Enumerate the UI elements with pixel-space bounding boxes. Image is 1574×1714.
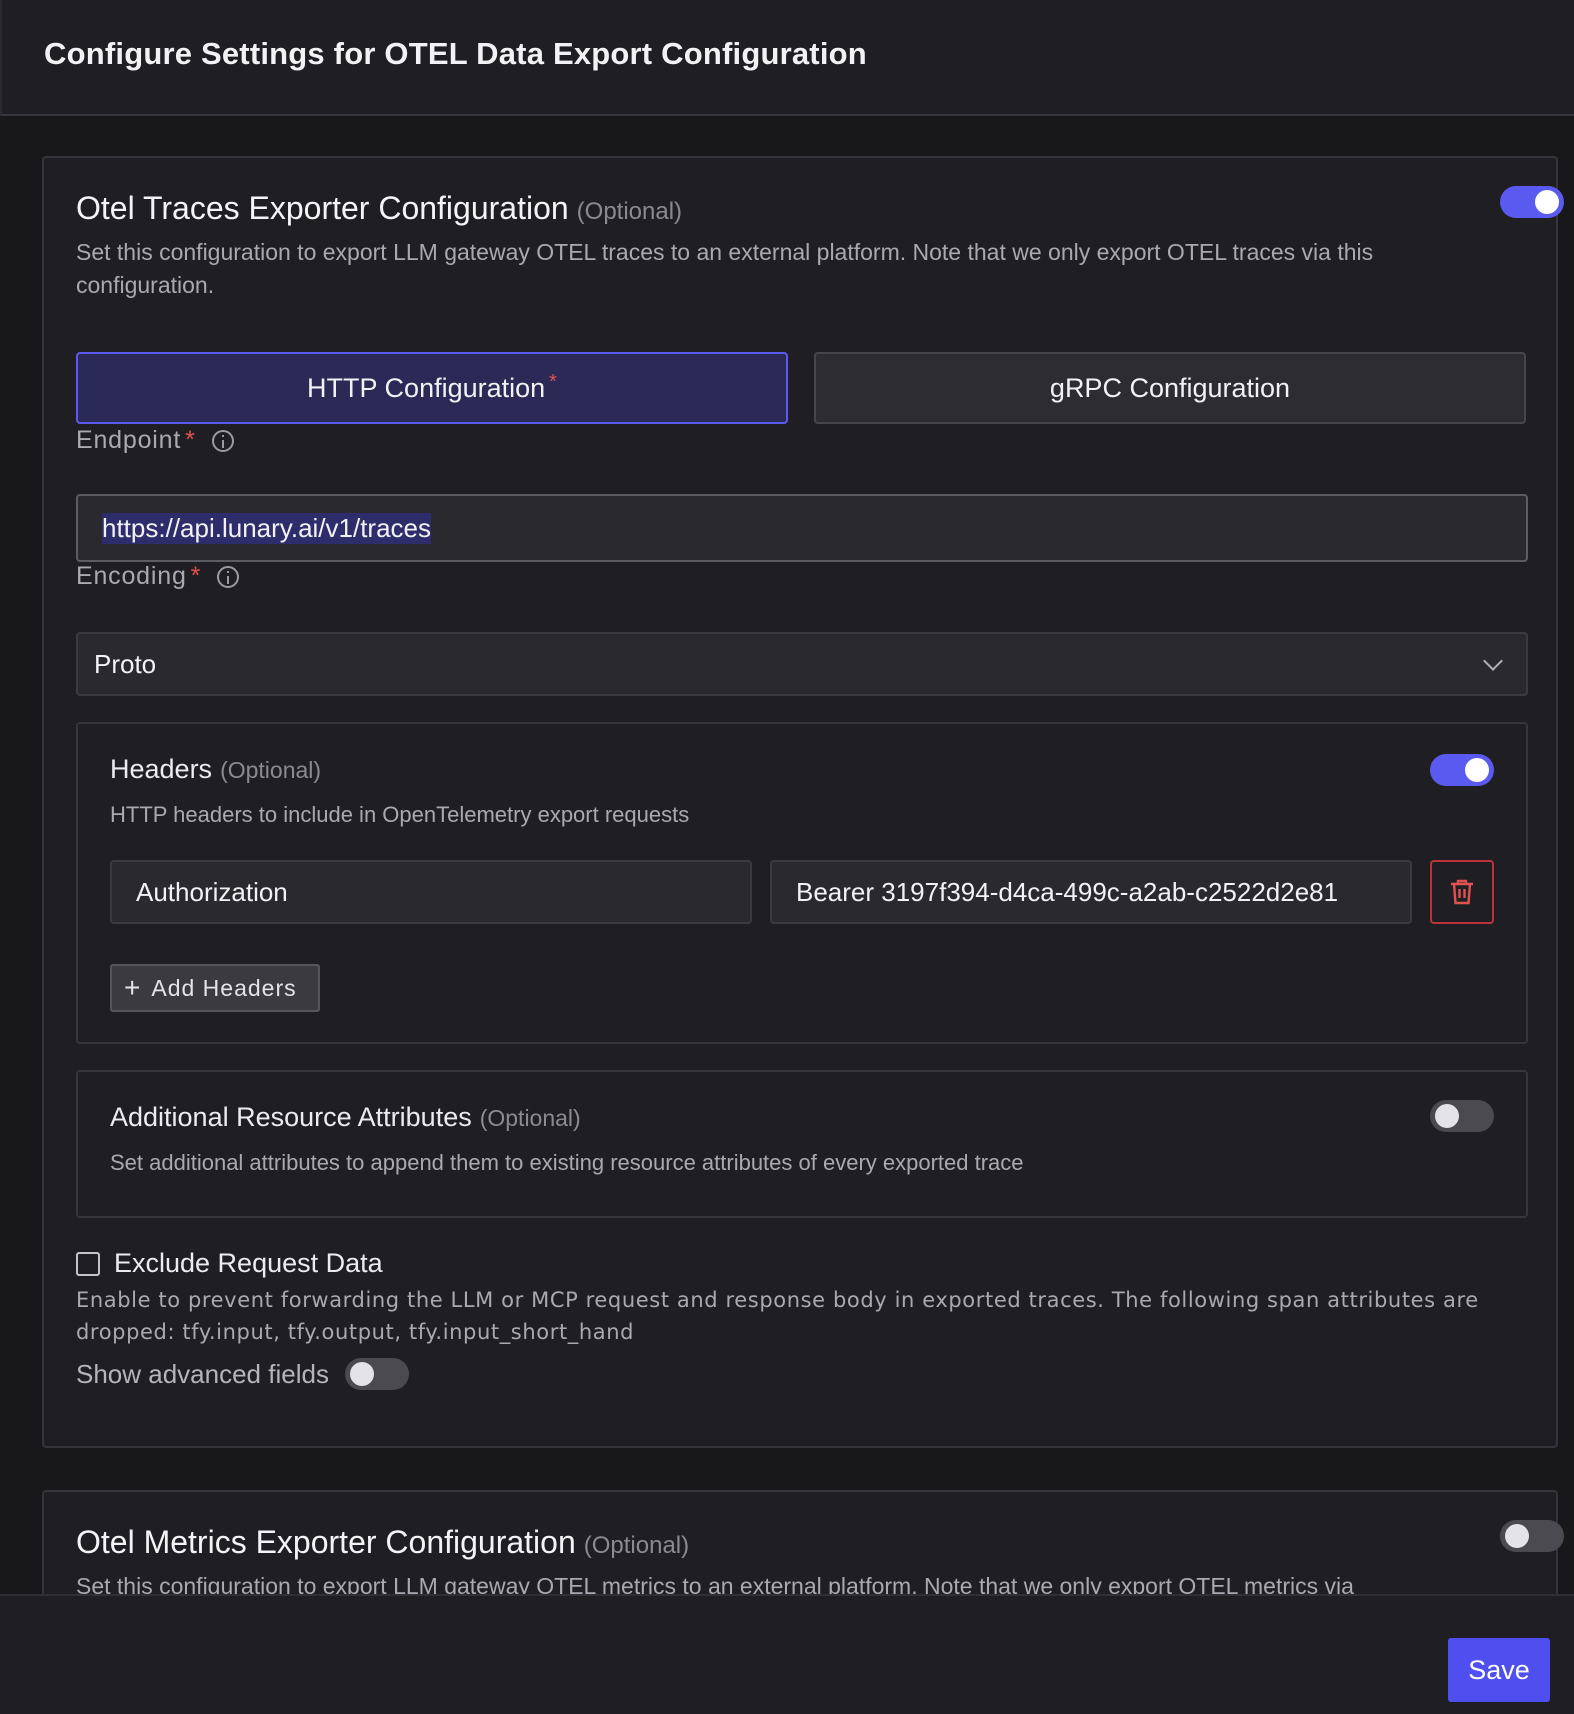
chevron-down-icon <box>1483 651 1503 671</box>
traces-title: Otel Traces Exporter Configuration (Optio… <box>76 190 683 226</box>
attributes-title: Additional Resource Attributes (Optional) <box>110 1102 581 1132</box>
tab-grpc-configuration[interactable]: gRPC Configuration <box>814 352 1526 424</box>
headers-enable-toggle[interactable] <box>1430 754 1494 786</box>
dialog-footer: Save <box>0 1594 1574 1714</box>
metrics-title: Otel Metrics Exporter Configuration (Opti… <box>76 1524 690 1560</box>
advanced-fields-toggle[interactable] <box>344 1358 409 1390</box>
delete-header-button[interactable] <box>1430 860 1494 924</box>
required-star: * <box>190 562 202 590</box>
encoding-label: Encoding * <box>76 562 240 591</box>
headers-section: Headers (Optional) HTTP headers to includ… <box>76 722 1528 1044</box>
optional-tag: (Optional) <box>583 1532 690 1559</box>
toggle-knob <box>1535 190 1559 214</box>
tab-http-configuration[interactable]: HTTP Configuration * <box>76 352 788 424</box>
info-icon[interactable] <box>217 565 240 588</box>
required-star: * <box>549 370 557 393</box>
toggle-knob <box>1505 1524 1529 1548</box>
resource-attributes-section: Additional Resource Attributes (Optional)… <box>76 1070 1528 1218</box>
headers-title: Headers (Optional) <box>110 754 322 784</box>
header-value-input[interactable]: Bearer 3197f394-d4ca-499c-a2ab-c2522d2e8… <box>770 860 1412 924</box>
traces-enable-toggle[interactable] <box>1500 186 1564 218</box>
attributes-description: Set additional attributes to append them… <box>110 1150 1024 1175</box>
exclude-request-data-checkbox[interactable] <box>76 1251 100 1276</box>
advanced-fields-label: Show advanced fields <box>76 1358 329 1389</box>
endpoint-input[interactable]: https://api.lunary.ai/v1/traces <box>76 494 1528 562</box>
exclude-request-data-label[interactable]: Exclude Request Data <box>114 1248 383 1279</box>
advanced-fields-row: Show advanced fields <box>76 1358 409 1390</box>
header-key-input[interactable]: Authorization <box>110 860 752 924</box>
plus-icon: + <box>124 972 142 1003</box>
metrics-exporter-card: Otel Metrics Exporter Configuration (Opti… <box>42 1490 1564 1594</box>
exclude-request-data-row[interactable]: Exclude Request Data <box>76 1248 383 1279</box>
exclude-request-data-description: Enable to prevent forwarding the LLM or … <box>76 1288 1479 1344</box>
toggle-knob <box>349 1362 374 1386</box>
endpoint-label: Endpoint * <box>76 426 234 455</box>
attributes-enable-toggle[interactable] <box>1430 1100 1494 1132</box>
toggle-knob <box>1435 1104 1459 1128</box>
settings-scroll-area[interactable]: Otel Traces Exporter Configuration (Optio… <box>0 118 1574 1594</box>
optional-tag: (Optional) <box>220 757 322 783</box>
endpoint-value: https://api.lunary.ai/v1/traces <box>102 512 432 544</box>
required-star: * <box>185 426 196 454</box>
metrics-description: Set this configuration to export LLM gat… <box>76 1573 1354 1594</box>
encoding-value: Proto <box>94 648 157 679</box>
traces-description: Set this configuration to export LLM gat… <box>76 239 1374 298</box>
trash-icon <box>1451 879 1473 905</box>
info-icon[interactable] <box>211 429 234 452</box>
page-title: Configure Settings for OTEL Data Export … <box>44 36 867 71</box>
dialog-header: Configure Settings for OTEL Data Export … <box>0 0 1574 116</box>
toggle-knob <box>1465 758 1489 782</box>
headers-description: HTTP headers to include in OpenTelemetry… <box>110 802 690 827</box>
save-button[interactable]: Save <box>1448 1638 1550 1702</box>
metrics-enable-toggle[interactable] <box>1500 1520 1564 1552</box>
optional-tag: (Optional) <box>479 1105 581 1131</box>
add-headers-button[interactable]: + Add Headers <box>110 964 320 1012</box>
encoding-select[interactable]: Proto <box>76 632 1528 696</box>
traces-exporter-card: Otel Traces Exporter Configuration (Optio… <box>42 156 1564 1448</box>
optional-tag: (Optional) <box>576 198 683 225</box>
